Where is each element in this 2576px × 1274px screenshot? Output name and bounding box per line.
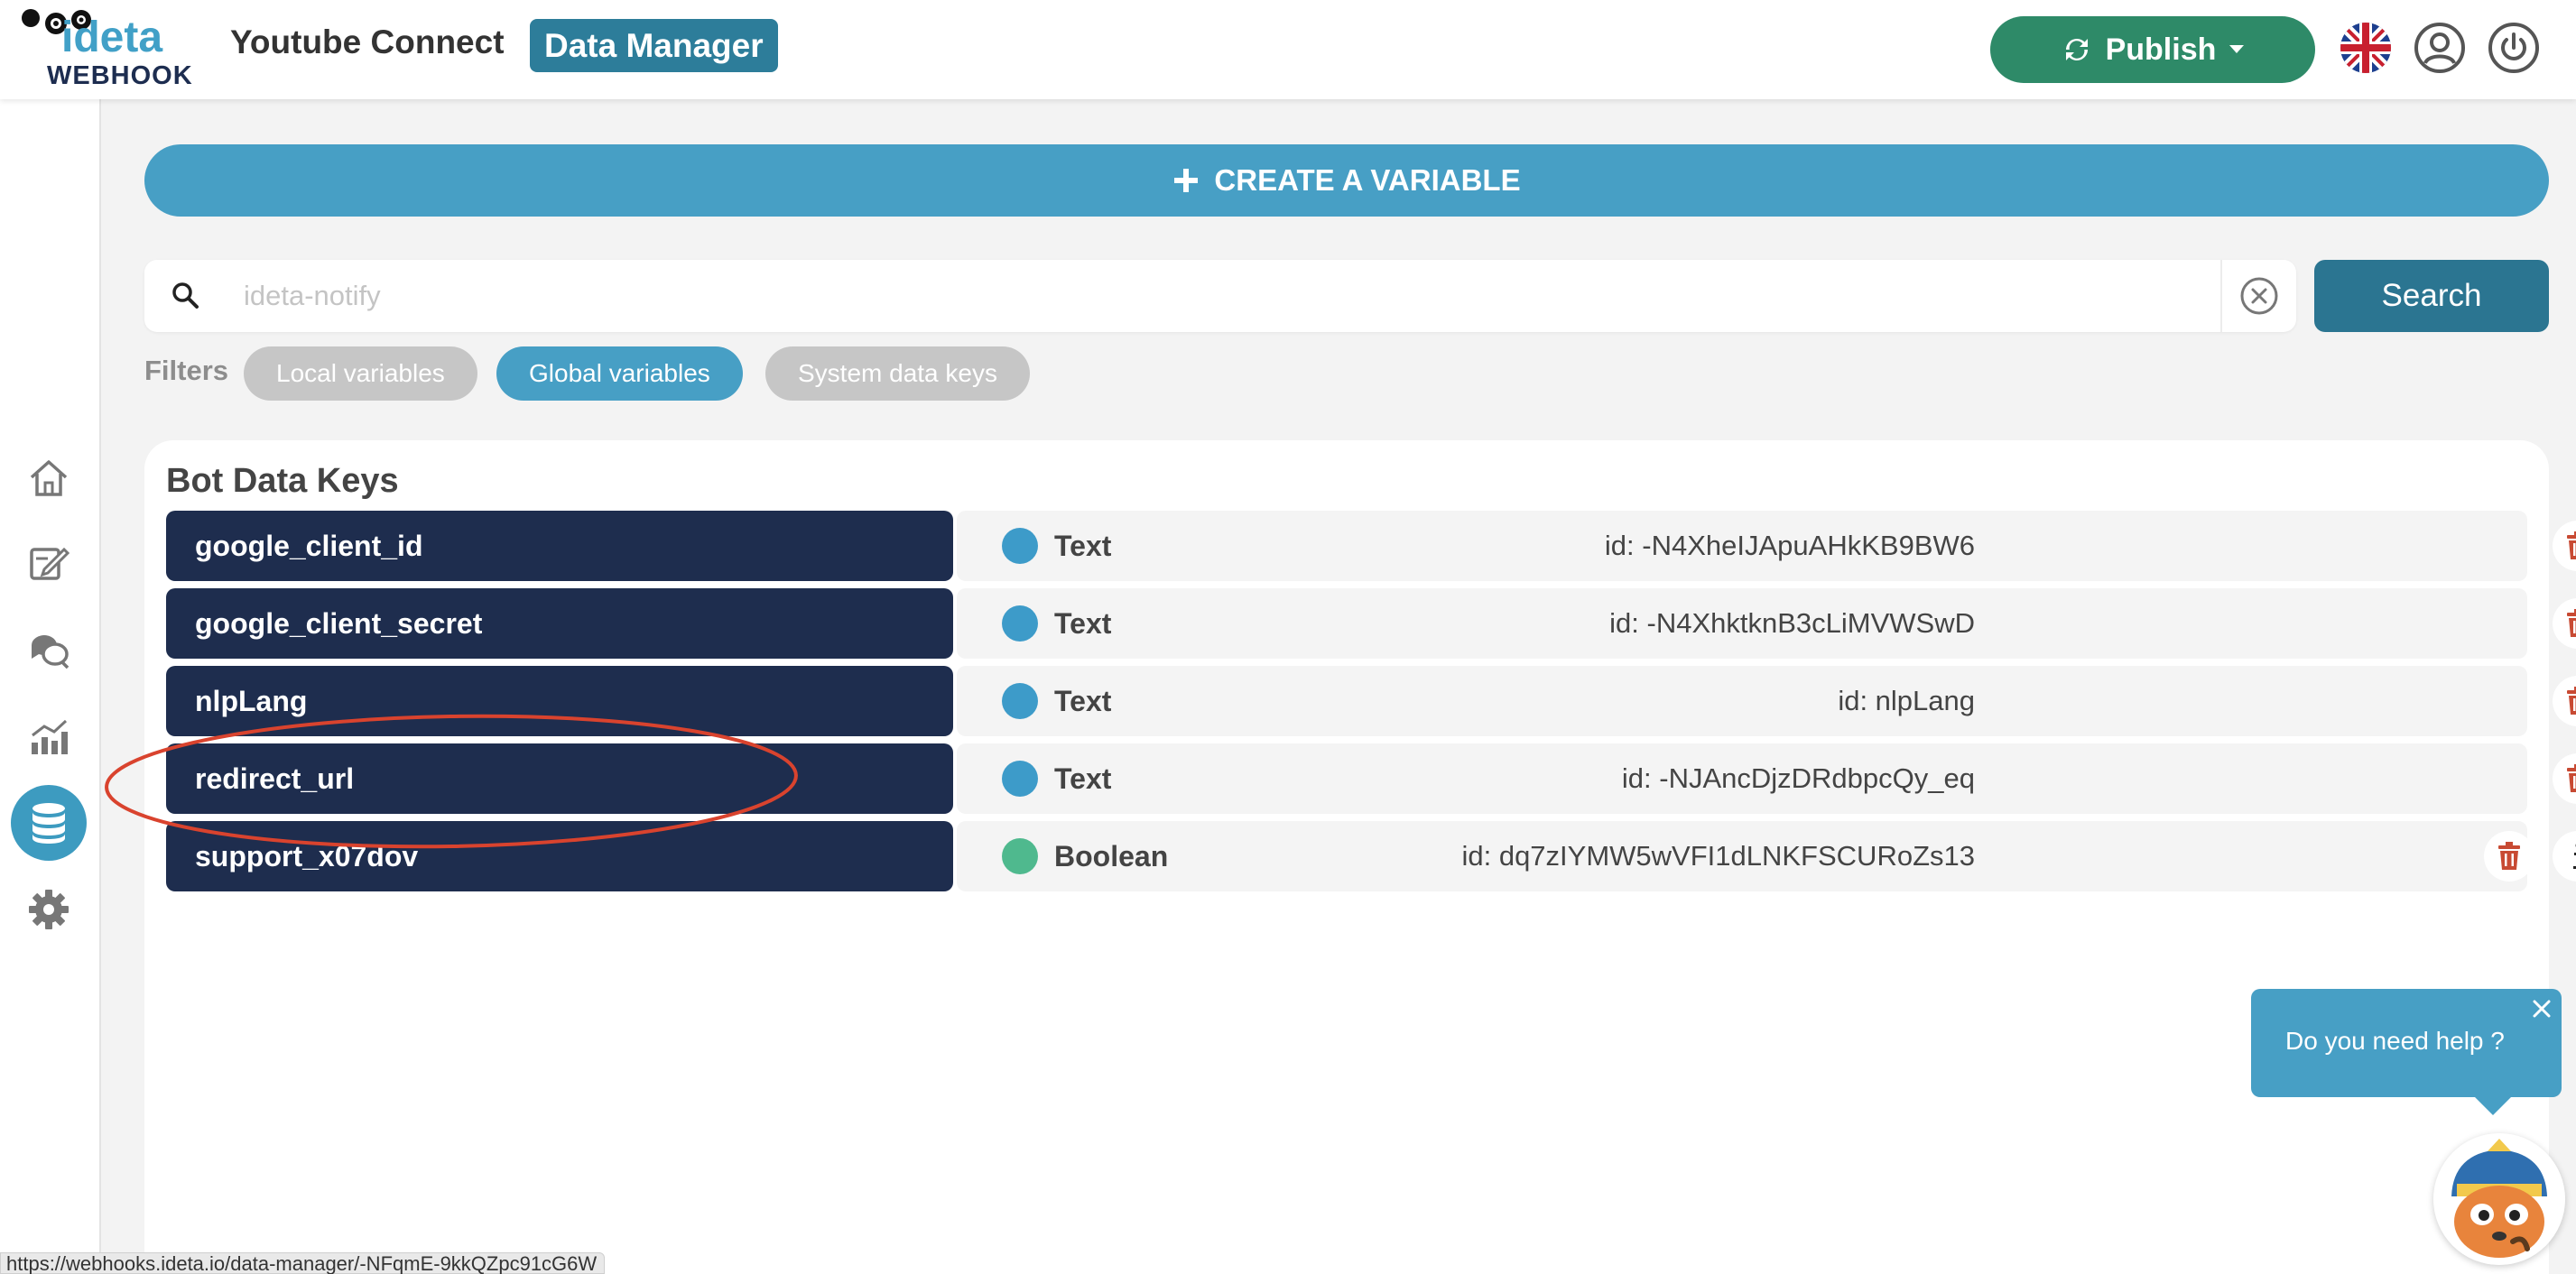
filter-chip-system-data-keys[interactable]: System data keys xyxy=(765,346,1030,401)
clear-icon xyxy=(2240,277,2278,315)
trash-icon xyxy=(2498,842,2520,870)
data-key-id: id: -N4XheIJApuAHkKB9BW6 xyxy=(1604,530,1975,561)
data-key-name[interactable]: redirect_url xyxy=(166,743,953,814)
filters-label: Filters xyxy=(144,355,229,386)
help-text: Do you need help ? xyxy=(2285,1027,2505,1055)
table-row: google_client_id Text id: -N4XheIJApuAHk… xyxy=(166,511,2576,581)
table-row: redirect_url Text id: -NJAncDjzDRdbpcQy_… xyxy=(166,743,2576,814)
status-bar-url: https://webhooks.ideta.io/data-manager/-… xyxy=(0,1252,606,1274)
top-header: ideta WEBHOOK Youtube Connect Data Manag… xyxy=(0,0,2576,99)
sidebar-item-analytics[interactable] xyxy=(11,698,87,774)
type-dot xyxy=(1002,605,1038,642)
filter-chip-local-variables[interactable]: Local variables xyxy=(244,346,477,401)
data-key-name[interactable]: nlpLang xyxy=(166,666,953,736)
help-bubble[interactable]: Do you need help ? xyxy=(2251,989,2562,1097)
data-key-type: Boolean xyxy=(1054,840,1169,872)
data-key-type: Text xyxy=(1054,530,1112,562)
data-key-id: id: dq7zIYMW5wVFI1dLNKFSCURoZs13 xyxy=(1461,840,1975,872)
panel-title: Bot Data Keys xyxy=(166,462,399,500)
close-help-button[interactable] xyxy=(2529,996,2554,1028)
type-dot xyxy=(1002,838,1038,874)
search-icon xyxy=(170,280,200,315)
filter-chip-global-variables[interactable]: Global variables xyxy=(496,346,743,401)
type-dot xyxy=(1002,761,1038,797)
create-variable-label: CREATE A VARIABLE xyxy=(1214,163,1521,197)
delete-button[interactable] xyxy=(2553,753,2576,804)
clear-search-button[interactable] xyxy=(2220,260,2296,332)
search-button[interactable]: Search xyxy=(2314,260,2549,332)
publish-button[interactable]: Publish xyxy=(1990,16,2315,83)
data-key-id: id: -N4XhktknB3cLiMVWSwD xyxy=(1609,607,1975,639)
data-key-info: Boolean id: dq7zIYMW5wVFI1dLNKFSCURoZs13 xyxy=(957,821,2576,891)
table-row: google_client_secret Text id: -N4XhktknB… xyxy=(166,588,2576,659)
trash-icon xyxy=(2567,764,2576,792)
sidebar-item-data-manager[interactable] xyxy=(11,785,87,861)
type-dot xyxy=(1002,683,1038,719)
caret-down-icon xyxy=(2229,45,2245,53)
data-key-id: id: -NJAncDjzDRdbpcQy_eq xyxy=(1621,762,1975,794)
power-icon[interactable] xyxy=(2488,22,2540,74)
delete-button[interactable] xyxy=(2553,521,2576,571)
chatbot-mascot-avatar[interactable] xyxy=(2433,1133,2565,1265)
delete-button[interactable] xyxy=(2553,676,2576,726)
data-key-type: Text xyxy=(1054,685,1112,717)
app-name: Youtube Connect xyxy=(230,23,505,60)
data-key-info: Text id: -N4XheIJApuAHkKB9BW6 xyxy=(957,511,2576,581)
user-icon[interactable] xyxy=(2414,22,2466,74)
search-bar xyxy=(144,260,2338,332)
sidebar-item-conversations[interactable] xyxy=(11,612,87,688)
analytics-icon xyxy=(32,719,68,754)
sidebar xyxy=(0,99,101,1274)
help-bubble-tail xyxy=(2473,1095,2513,1115)
sidebar-item-settings[interactable] xyxy=(11,872,87,947)
delete-button[interactable] xyxy=(2484,831,2534,882)
data-key-name[interactable]: support_x07dov xyxy=(166,821,953,891)
delete-button[interactable] xyxy=(2553,598,2576,649)
data-key-info: Text id: -NJAncDjzDRdbpcQy_eq xyxy=(957,743,2576,814)
sidebar-item-home[interactable] xyxy=(11,440,87,516)
trash-icon xyxy=(2567,609,2576,637)
data-key-type: Text xyxy=(1054,762,1112,795)
data-key-id: id: nlpLang xyxy=(1838,685,1975,716)
chat-bubbles-icon xyxy=(32,635,69,669)
plus-icon xyxy=(1174,169,1199,192)
data-key-name[interactable]: google_client_secret xyxy=(166,588,953,659)
table-row: support_x07dov Boolean id: dq7zIYMW5wVFI… xyxy=(166,821,2576,891)
sidebar-item-editor[interactable] xyxy=(11,525,87,601)
info-icon xyxy=(2573,844,2576,869)
mascot-icon xyxy=(2433,1133,2565,1265)
search-input[interactable] xyxy=(244,269,2338,323)
close-icon xyxy=(2533,1000,2551,1018)
refresh-icon xyxy=(2065,39,2088,60)
logo-subtext: WEBHOOK xyxy=(47,61,193,90)
table-row: nlpLang Text id: nlpLang xyxy=(166,666,2576,736)
logo-text: ideta xyxy=(61,14,163,61)
home-icon xyxy=(30,460,68,496)
database-icon xyxy=(32,803,65,844)
gear-icon xyxy=(29,890,69,929)
section-badge: Data Manager xyxy=(530,19,778,72)
trash-icon xyxy=(2567,531,2576,559)
publish-label: Publish xyxy=(2105,32,2217,67)
data-key-type: Text xyxy=(1054,607,1112,640)
ideta-webhook-logo[interactable]: ideta WEBHOOK xyxy=(20,7,209,90)
trash-icon xyxy=(2567,687,2576,715)
info-button[interactable] xyxy=(2553,831,2576,882)
data-key-info: Text id: nlpLang xyxy=(957,666,2576,736)
data-key-name[interactable]: google_client_id xyxy=(166,511,953,581)
edit-icon xyxy=(30,547,70,580)
data-key-info: Text id: -N4XhktknB3cLiMVWSwD xyxy=(957,588,2576,659)
uk-flag-icon[interactable] xyxy=(2340,22,2392,74)
type-dot xyxy=(1002,528,1038,564)
create-variable-button[interactable]: CREATE A VARIABLE xyxy=(144,144,2549,217)
